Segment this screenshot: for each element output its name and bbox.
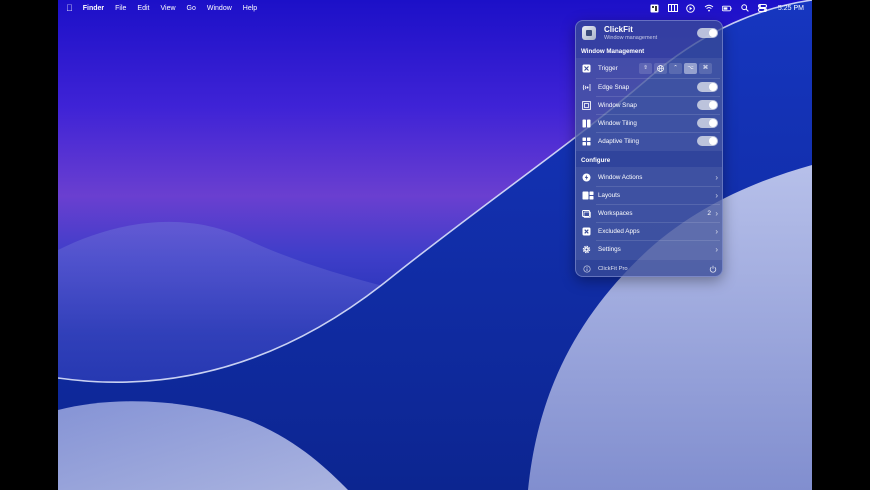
window-snap-label: Window Snap (598, 101, 637, 109)
grid-menubar-icon[interactable] (667, 3, 678, 13)
chevron-right-icon: › (715, 172, 718, 182)
adaptive-tiling-toggle[interactable] (697, 136, 718, 146)
menu-help[interactable]: Help (243, 5, 257, 12)
workspaces-count: 2 (707, 209, 711, 217)
window-snap-toggle[interactable] (697, 100, 718, 110)
apple-menu-icon[interactable]:  (66, 3, 73, 13)
adaptive-tiling-row[interactable]: Adaptive Tiling (576, 132, 722, 150)
play-circle-icon[interactable] (686, 3, 696, 13)
screen:  Finder File Edit View Go Window Help (0, 0, 870, 490)
window-tiling-icon (582, 119, 591, 128)
menu-window[interactable]: Window (207, 5, 232, 12)
adaptive-tiling-icon (582, 137, 591, 146)
clickfit-app-icon (582, 26, 596, 40)
section-title-configure: Configure (581, 157, 611, 164)
chevron-right-icon: › (715, 190, 718, 200)
configure-group: Window Actions › Layouts › Workspaces 2 … (576, 167, 722, 260)
menu-view[interactable]: View (160, 5, 175, 12)
window-tiling-row[interactable]: Window Tiling (576, 114, 722, 132)
excluded-apps-row[interactable]: Excluded Apps › (576, 222, 722, 240)
trigger-icon (582, 64, 591, 73)
panel-footer: ClickFit Pro (576, 260, 722, 276)
section-title-window-management: Window Management (581, 48, 645, 55)
app-title: ClickFit (604, 25, 633, 34)
trigger-key-shift[interactable]: ⇧ (639, 62, 652, 74)
clickfit-panel: ClickFit Window management Window Manage… (575, 20, 723, 277)
clickfit-menubar-icon[interactable] (650, 3, 660, 13)
edge-snap-row[interactable]: Edge Snap (576, 78, 722, 96)
lightning-icon (582, 173, 591, 182)
trigger-key-option[interactable]: ⌥ (684, 62, 697, 74)
app-subtitle: Window management (604, 35, 658, 41)
excluded-apps-label: Excluded Apps (598, 227, 640, 235)
trigger-key-command[interactable]: ⌘ (699, 62, 712, 74)
globe-icon (657, 64, 664, 72)
trigger-key-control[interactable]: ⌃ (669, 62, 682, 74)
window-snap-row[interactable]: Window Snap (576, 96, 722, 114)
edge-snap-toggle[interactable] (697, 82, 718, 92)
workspaces-label: Workspaces (598, 209, 633, 217)
layouts-row[interactable]: Layouts › (576, 186, 722, 204)
power-icon[interactable] (708, 265, 717, 274)
settings-row[interactable]: Settings › (576, 240, 722, 258)
window-tiling-label: Window Tiling (598, 119, 637, 127)
menubar-clock[interactable]: 5:25 PM (778, 5, 804, 12)
master-toggle[interactable] (697, 28, 718, 38)
chevron-right-icon: › (715, 226, 718, 236)
window-actions-label: Window Actions (598, 173, 643, 181)
excluded-apps-icon (582, 227, 591, 236)
footer-pro-label[interactable]: ClickFit Pro (598, 266, 628, 272)
panel-header: ClickFit Window management (576, 21, 722, 45)
battery-icon[interactable] (721, 3, 732, 13)
window-tiling-toggle[interactable] (697, 118, 718, 128)
menu-bar:  Finder File Edit View Go Window Help (0, 0, 870, 16)
layouts-icon (582, 191, 594, 200)
menu-go[interactable]: Go (187, 5, 196, 12)
window-snap-icon (582, 100, 591, 110)
gear-icon (582, 245, 591, 254)
chevron-right-icon: › (715, 208, 718, 218)
edge-snap-icon (582, 83, 591, 92)
adaptive-tiling-label: Adaptive Tiling (598, 137, 639, 145)
menu-finder[interactable]: Finder (83, 5, 104, 12)
trigger-key-globe[interactable] (654, 62, 667, 74)
wifi-icon[interactable] (704, 3, 714, 13)
trigger-label: Trigger (598, 64, 618, 72)
workspaces-row[interactable]: Workspaces 2 › (576, 204, 722, 222)
layouts-label: Layouts (598, 191, 621, 199)
trigger-keys: ⇧ ⌃ ⌥ ⌘ (639, 62, 712, 74)
window-actions-row[interactable]: Window Actions › (576, 168, 722, 186)
window-management-group: Trigger ⇧ ⌃ ⌥ ⌘ Edge Snap Window Snap Wi… (576, 58, 722, 151)
menu-file[interactable]: File (115, 5, 126, 12)
settings-label: Settings (598, 245, 621, 253)
workspaces-icon (582, 209, 591, 218)
trigger-row: Trigger ⇧ ⌃ ⌥ ⌘ (576, 59, 722, 77)
info-icon[interactable] (582, 265, 591, 274)
chevron-right-icon: › (715, 244, 718, 254)
control-center-icon[interactable] (758, 3, 768, 13)
spotlight-search-icon[interactable] (740, 3, 750, 13)
edge-snap-label: Edge Snap (598, 83, 630, 91)
menu-edit[interactable]: Edit (137, 5, 149, 12)
